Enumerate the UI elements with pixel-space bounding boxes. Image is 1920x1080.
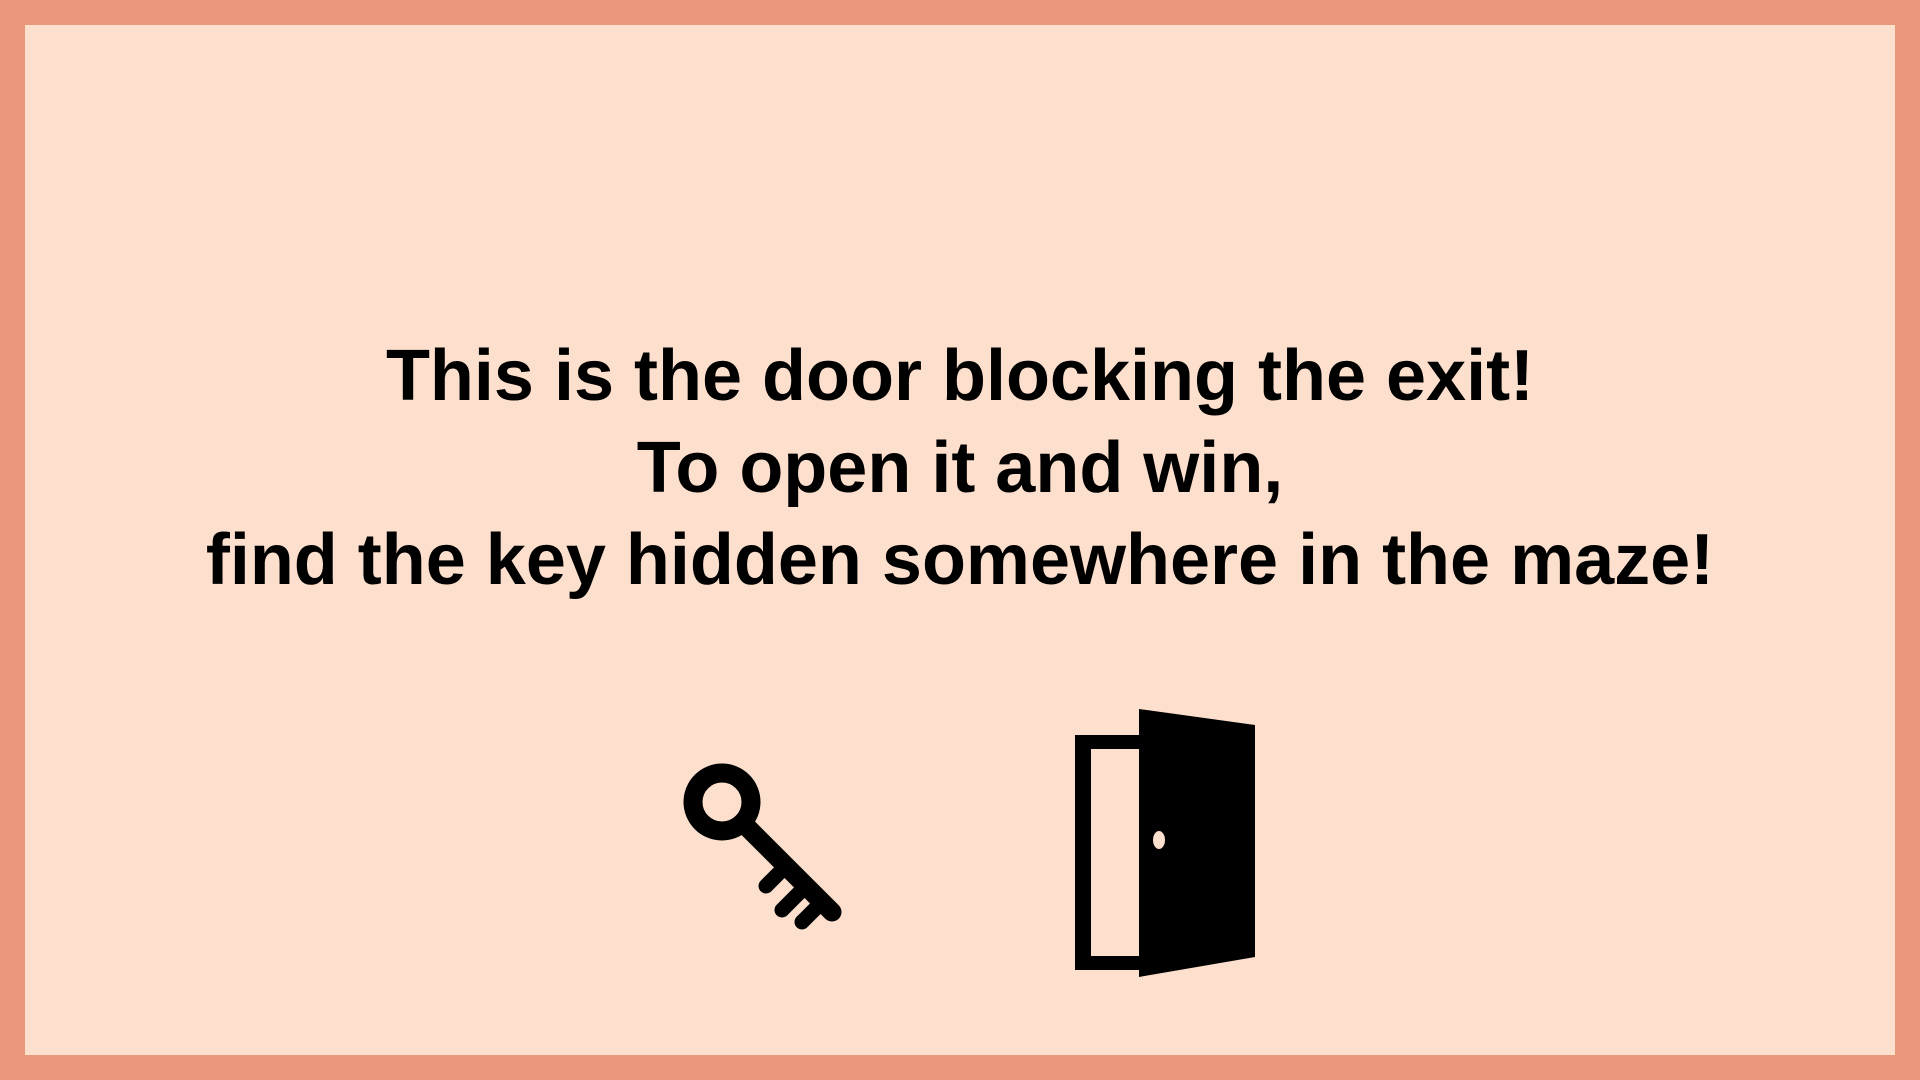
open-door-icon — [1075, 709, 1255, 977]
message-line-2: To open it and win, — [636, 428, 1284, 508]
key-icon — [683, 763, 842, 930]
instruction-message: This is the door blocking the exit! To o… — [25, 330, 1895, 606]
message-line-1: This is the door blocking the exit! — [385, 336, 1535, 416]
instruction-panel: This is the door blocking the exit! To o… — [25, 25, 1895, 1055]
message-line-3: find the key hidden somewhere in the maz… — [205, 520, 1715, 600]
